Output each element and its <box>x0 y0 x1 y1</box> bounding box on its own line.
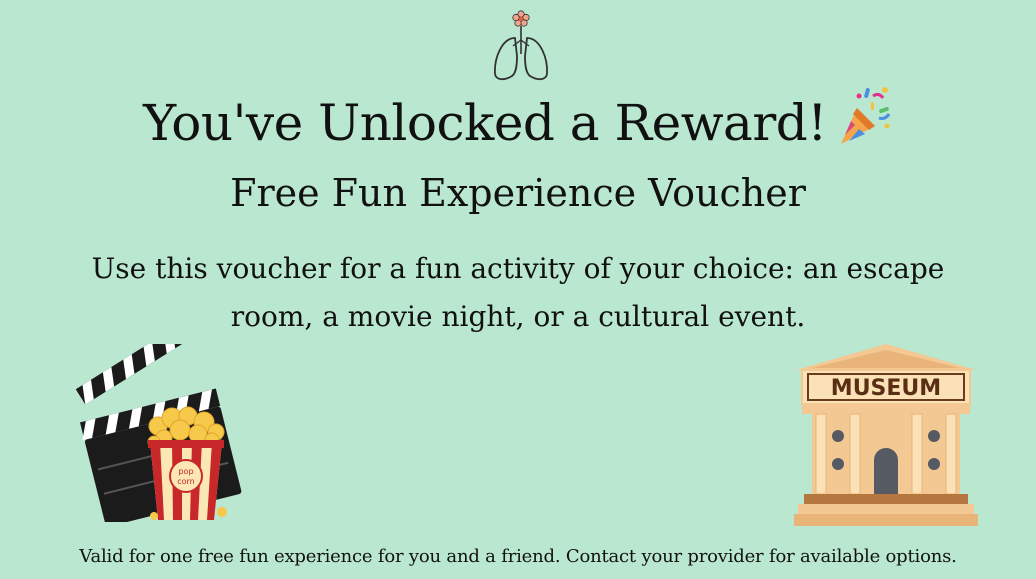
museum-building-icon: MUSEUM <box>794 344 978 526</box>
voucher-description: Use this voucher for a fun activity of y… <box>91 252 945 333</box>
popcorn-label-line1: pop <box>178 467 193 476</box>
reward-voucher-page: You've Unlocked a Reward! Free Fun Exper… <box>0 0 1036 579</box>
voucher-subtitle: Free Fun Experience Voucher <box>230 171 806 215</box>
page-title: You've Unlocked a Reward! <box>0 86 1036 156</box>
clapperboard-popcorn-icon: pop corn <box>76 344 242 522</box>
popcorn-label-line2: corn <box>177 477 195 486</box>
voucher-terms: Valid for one free fun experience for yo… <box>79 546 957 567</box>
party-popper-icon <box>840 87 891 144</box>
title-text: You've Unlocked a Reward! <box>143 94 827 152</box>
museum-sign-text: MUSEUM <box>831 376 941 401</box>
lungs-flower-icon <box>494 10 548 81</box>
